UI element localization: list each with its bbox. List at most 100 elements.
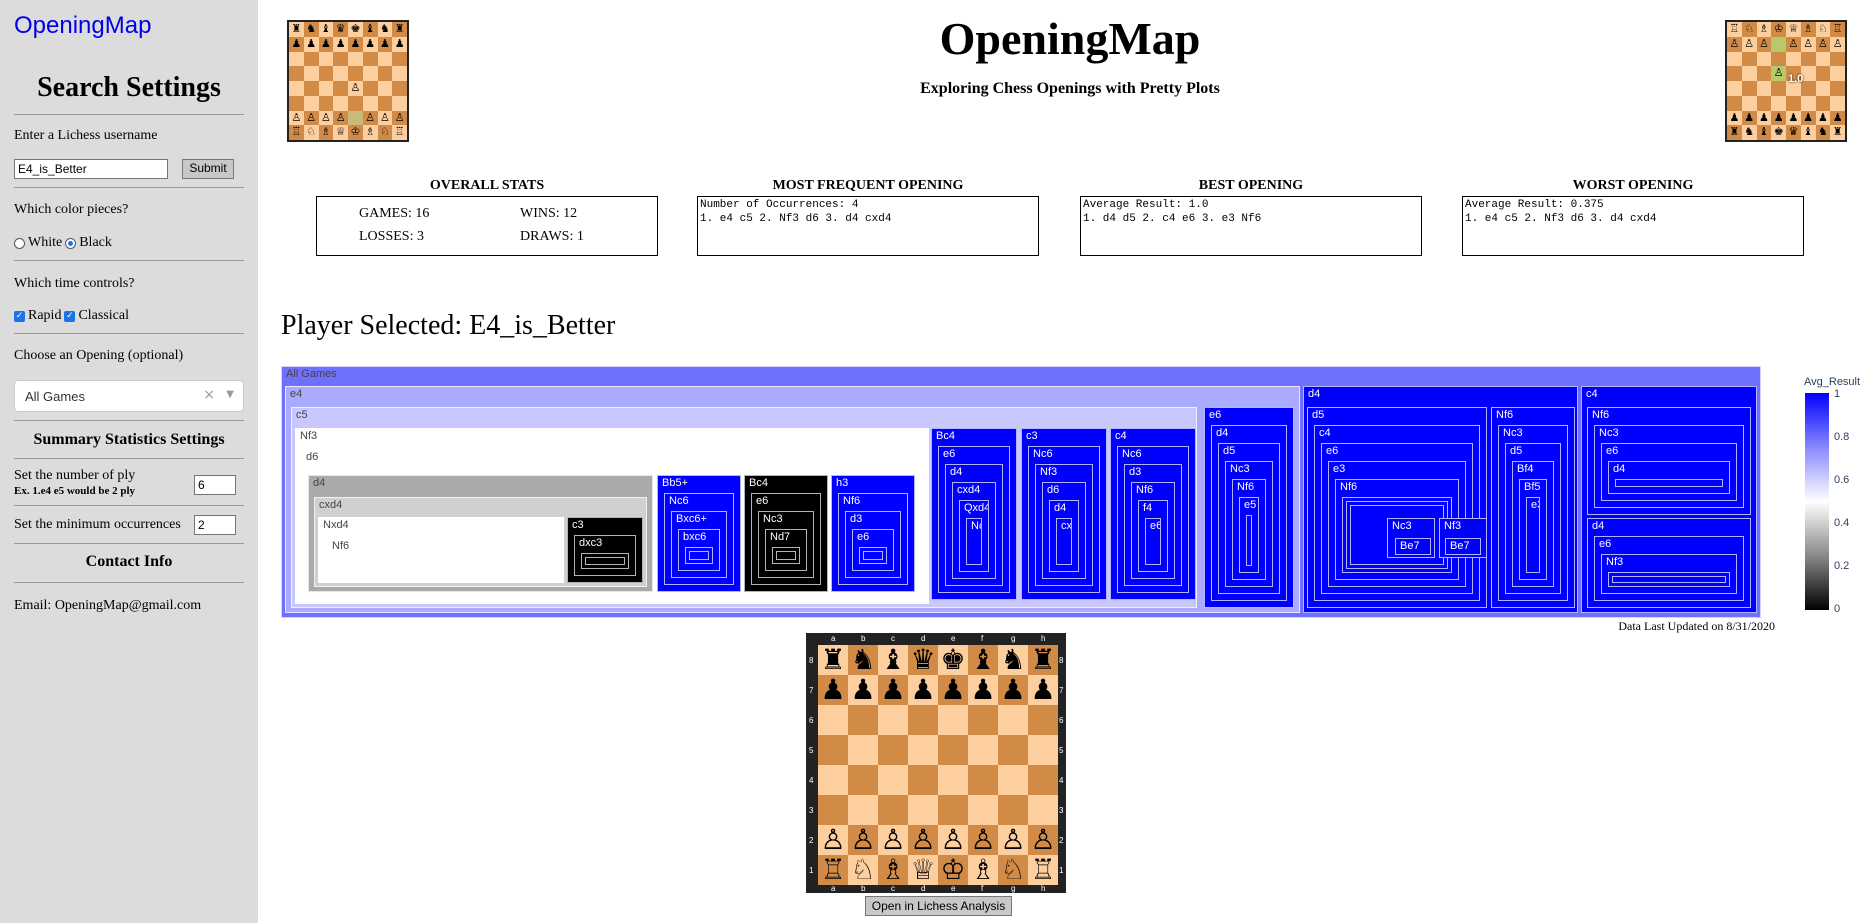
- board-square[interactable]: [818, 735, 848, 765]
- board-square: ♙: [377, 110, 393, 126]
- board-square[interactable]: ♘: [998, 855, 1028, 885]
- board-square[interactable]: [908, 735, 938, 765]
- board-square: [1786, 95, 1801, 111]
- treemap-h3-inner[interactable]: [863, 551, 883, 560]
- opening-select[interactable]: All Games × ▼: [14, 380, 244, 412]
- board-square[interactable]: ♟: [878, 675, 908, 705]
- board-square[interactable]: [968, 765, 998, 795]
- board-square[interactable]: ♙: [998, 825, 1028, 855]
- treemap-c3-inner[interactable]: [585, 557, 625, 565]
- board-square[interactable]: [998, 705, 1028, 735]
- chevron-down-icon[interactable]: ▼: [226, 389, 234, 400]
- board-square[interactable]: ♘: [848, 855, 878, 885]
- board-square[interactable]: [818, 705, 848, 735]
- board-square[interactable]: [1028, 765, 1058, 795]
- board-square[interactable]: [848, 705, 878, 735]
- board-square[interactable]: [878, 795, 908, 825]
- treemap-label: Nd7: [770, 531, 791, 543]
- treemap-bc4b-5[interactable]: Nc6: [966, 518, 982, 565]
- board-square[interactable]: ♖: [1028, 855, 1058, 885]
- board-square[interactable]: ♚: [938, 645, 968, 675]
- white-radio[interactable]: [14, 237, 25, 249]
- treemap-d4-nf6-5[interactable]: e3: [1526, 497, 1540, 573]
- board-square[interactable]: [1028, 795, 1058, 825]
- board-square[interactable]: [938, 705, 968, 735]
- board-square[interactable]: [938, 765, 968, 795]
- board-square[interactable]: [848, 735, 878, 765]
- chess-board[interactable]: ♜ ♞ ♝ ♛ ♚ ♝ ♞ ♜ ♟ ♟ ♟ ♟ ♟ ♟ ♟ ♟ ♙ ♙ ♙ ♙ ♙ ♙ ♙ ♙ ♖ ♘ ♗ ♕ ♔ ♗ ♘ ♖ aabbccd…: [806, 633, 1066, 893]
- treemap-c4-nf6-3[interactable]: d4: [1608, 461, 1730, 494]
- board-square[interactable]: ♙: [908, 825, 938, 855]
- board-square[interactable]: [878, 705, 908, 735]
- board-square[interactable]: ♙: [968, 825, 998, 855]
- board-square[interactable]: [848, 795, 878, 825]
- black-radio[interactable]: [65, 237, 77, 249]
- board-square[interactable]: ♜: [1028, 645, 1058, 675]
- treemap-bb5-inner[interactable]: [689, 551, 709, 560]
- board-square[interactable]: ♟: [998, 675, 1028, 705]
- min-occurrences-input[interactable]: [194, 515, 236, 535]
- board-square[interactable]: ♝: [878, 645, 908, 675]
- treemap-c4-5[interactable]: e6: [1145, 518, 1161, 565]
- board-square[interactable]: ♗: [968, 855, 998, 885]
- board-square[interactable]: ♟: [908, 675, 938, 705]
- username-input[interactable]: [14, 159, 168, 179]
- board-square[interactable]: [818, 765, 848, 795]
- board-square[interactable]: [998, 735, 1028, 765]
- board-square[interactable]: [908, 795, 938, 825]
- board-square[interactable]: ♙: [1028, 825, 1058, 855]
- brand-link[interactable]: OpeningMap: [14, 12, 151, 40]
- board-square[interactable]: [878, 765, 908, 795]
- board-square[interactable]: ♛: [908, 645, 938, 675]
- board-square[interactable]: ♙: [938, 825, 968, 855]
- ply-input[interactable]: [194, 475, 236, 495]
- treemap-e6-inner[interactable]: [1246, 515, 1252, 566]
- board-square[interactable]: ♕: [908, 855, 938, 885]
- rank-coordinate: 8: [809, 656, 814, 665]
- treemap-nf6[interactable]: Nf6: [327, 538, 557, 578]
- board-square: ♙: [1727, 36, 1742, 52]
- board-square[interactable]: [878, 735, 908, 765]
- board-square[interactable]: ♝: [968, 645, 998, 675]
- open-lichess-button[interactable]: Open in Lichess Analysis: [865, 896, 1012, 916]
- clear-icon[interactable]: ×: [203, 387, 215, 403]
- board-square[interactable]: ♟: [938, 675, 968, 705]
- board-square[interactable]: [968, 705, 998, 735]
- rapid-checkbox-checkmark-icon[interactable]: ✓: [14, 310, 25, 322]
- board-square[interactable]: [818, 795, 848, 825]
- board-square[interactable]: ♙: [878, 825, 908, 855]
- treemap-be7-leaf[interactable]: Be7: [1395, 538, 1431, 555]
- board-square[interactable]: [938, 795, 968, 825]
- board-square[interactable]: ♙: [848, 825, 878, 855]
- treemap-bc4-inner[interactable]: [776, 551, 796, 560]
- board-square[interactable]: [968, 795, 998, 825]
- treemap-c3b-5[interactable]: cxd4: [1056, 518, 1072, 565]
- board-square[interactable]: ♟: [968, 675, 998, 705]
- board-square[interactable]: [1028, 705, 1058, 735]
- board-square[interactable]: ♜: [818, 645, 848, 675]
- submit-button[interactable]: Submit: [182, 159, 234, 179]
- board-square[interactable]: ♙: [818, 825, 848, 855]
- board-square[interactable]: ♗: [878, 855, 908, 885]
- board-square[interactable]: [908, 705, 938, 735]
- board-square[interactable]: [998, 795, 1028, 825]
- board-squares[interactable]: ♜ ♞ ♝ ♛ ♚ ♝ ♞ ♜ ♟ ♟ ♟ ♟ ♟ ♟ ♟ ♟ ♙ ♙ ♙ ♙ ♙ ♙ ♙ ♙ ♖ ♘ ♗ ♕ ♔ ♗ ♘ ♖: [818, 645, 1058, 885]
- board-square[interactable]: ♟: [818, 675, 848, 705]
- board-square[interactable]: [968, 735, 998, 765]
- opening-treemap[interactable]: All Games e4 c5 Nf3 d6 d4 cxd4 Nxd4 Nf6 c3 dxc3 Bb5…: [281, 366, 1761, 618]
- board-square[interactable]: [998, 765, 1028, 795]
- board-square[interactable]: ♞: [998, 645, 1028, 675]
- board-square[interactable]: ♟: [848, 675, 878, 705]
- treemap-be7-leaf2[interactable]: Be7: [1445, 538, 1481, 555]
- board-square[interactable]: [1028, 735, 1058, 765]
- board-square[interactable]: ♖: [818, 855, 848, 885]
- board-square[interactable]: [938, 735, 968, 765]
- board-square[interactable]: ♔: [938, 855, 968, 885]
- board-square[interactable]: ♞: [848, 645, 878, 675]
- classical-checkbox-checkmark-icon[interactable]: ✓: [64, 310, 76, 322]
- treemap-c4-nf6-inner[interactable]: [1615, 479, 1723, 487]
- treemap-c4-d4-inner[interactable]: [1612, 576, 1726, 583]
- board-square[interactable]: ♟: [1028, 675, 1058, 705]
- board-square[interactable]: [908, 765, 938, 795]
- board-square[interactable]: [848, 765, 878, 795]
